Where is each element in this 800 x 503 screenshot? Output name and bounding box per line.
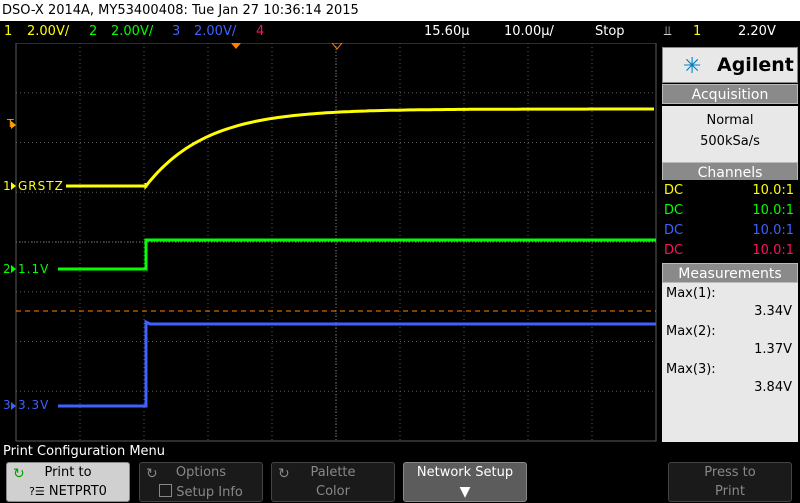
ch2-ground-marker[interactable]: 2 <box>3 262 11 276</box>
ch1-number[interactable]: 1 <box>4 21 12 43</box>
ch3-ground-marker[interactable]: 3 <box>3 398 11 412</box>
ch3-ground-arrow <box>11 402 16 410</box>
ch1-ground-arrow <box>11 182 16 190</box>
ch1-label: GRSTZ <box>18 179 64 193</box>
measurements-header[interactable]: Measurements <box>662 263 798 283</box>
ch2-trace <box>58 238 656 271</box>
ch3-scale[interactable]: 2.00V/ <box>194 21 236 43</box>
ch2-label: 1.1V <box>18 262 50 276</box>
agilent-spark-icon: ✳ <box>683 54 702 79</box>
trigger-position-marker <box>231 43 241 49</box>
trigger-marker: T <box>7 117 14 130</box>
ch1-ground-marker[interactable]: 1 <box>3 179 11 193</box>
brand-logo: ✳ Agilent <box>662 47 798 83</box>
ch2-number[interactable]: 2 <box>89 21 97 43</box>
print-to-softkey[interactable]: ↻ Print to ?☰ NETPRT0 <box>6 462 130 502</box>
brand-name: Agilent <box>717 54 794 76</box>
print-to-value: NETPRT0 <box>48 484 107 499</box>
ch3-trace <box>58 319 656 408</box>
sample-rate: 500kSa/s <box>700 134 760 149</box>
palette-softkey[interactable]: ↻ Palette Color <box>271 462 395 502</box>
press-to-print-softkey[interactable]: Press to Print <box>668 462 792 502</box>
ch3-number[interactable]: 3 <box>172 21 180 43</box>
channel-row-2: DC 10.0:1 <box>664 203 794 218</box>
measurements-panel: Max(1): 3.34V Max(2): 1.37V Max(3): 3.84V <box>662 283 798 442</box>
setup-info-label: Setup Info <box>176 485 243 500</box>
checkbox-icon <box>159 484 173 497</box>
ch2-ground-arrow <box>11 265 16 273</box>
acquisition-header[interactable]: Acquisition <box>662 84 798 104</box>
window-title: DSO-X 2014A, MY53400408: Tue Jan 27 10:3… <box>0 0 800 21</box>
timebase[interactable]: 10.00µ/ <box>504 21 554 43</box>
ch3-label: 3.3V <box>18 398 50 412</box>
horizontal-delay[interactable]: 15.60µ <box>424 21 470 43</box>
ch4-number[interactable]: 4 <box>256 21 264 43</box>
submenu-arrow-icon: ▼ <box>459 484 471 500</box>
acquisition-panel: Normal 500kSa/s <box>662 106 798 162</box>
channel-row-1: DC 10.0:1 <box>664 183 794 198</box>
options-softkey[interactable]: ↻ Options Setup Info <box>139 462 263 502</box>
side-panel: ✳ Agilent Acquisition Normal 500kSa/s Ch… <box>658 43 800 443</box>
run-state[interactable]: Stop <box>595 21 625 43</box>
ch2-scale[interactable]: 2.00V/ <box>111 21 153 43</box>
channels-panel: DC 10.0:1 DC 10.0:1 DC 10.0:1 DC 10.0:1 <box>662 180 798 264</box>
network-printer-icon: ?☰ <box>29 485 45 498</box>
menu-title: Print Configuration Menu <box>0 443 800 461</box>
channel-row-3: DC 10.0:1 <box>664 223 794 238</box>
channel-status-bar: 1 2.00V/ 2 2.00V/ 3 2.00V/ 4 15.60µ 10.0… <box>0 21 800 43</box>
trigger-source[interactable]: 1 <box>693 21 701 43</box>
delay-position-marker <box>331 43 343 50</box>
ch1-scale[interactable]: 2.00V/ <box>27 21 69 43</box>
network-setup-softkey[interactable]: Network Setup ▼ <box>403 462 527 502</box>
waveform-canvas[interactable] <box>0 43 658 443</box>
channels-header[interactable]: Channels <box>662 162 798 182</box>
trigger-level[interactable]: 2.20V <box>738 21 776 43</box>
trigger-edge-icon: ⫫ <box>664 24 672 39</box>
waveform-display[interactable]: T 1 GRSTZ 2 1.1V 3 3.3V <box>0 43 658 443</box>
ch1-trace <box>66 107 654 191</box>
acquisition-mode: Normal <box>706 113 754 128</box>
channel-row-4: DC 10.0:1 <box>664 243 794 258</box>
